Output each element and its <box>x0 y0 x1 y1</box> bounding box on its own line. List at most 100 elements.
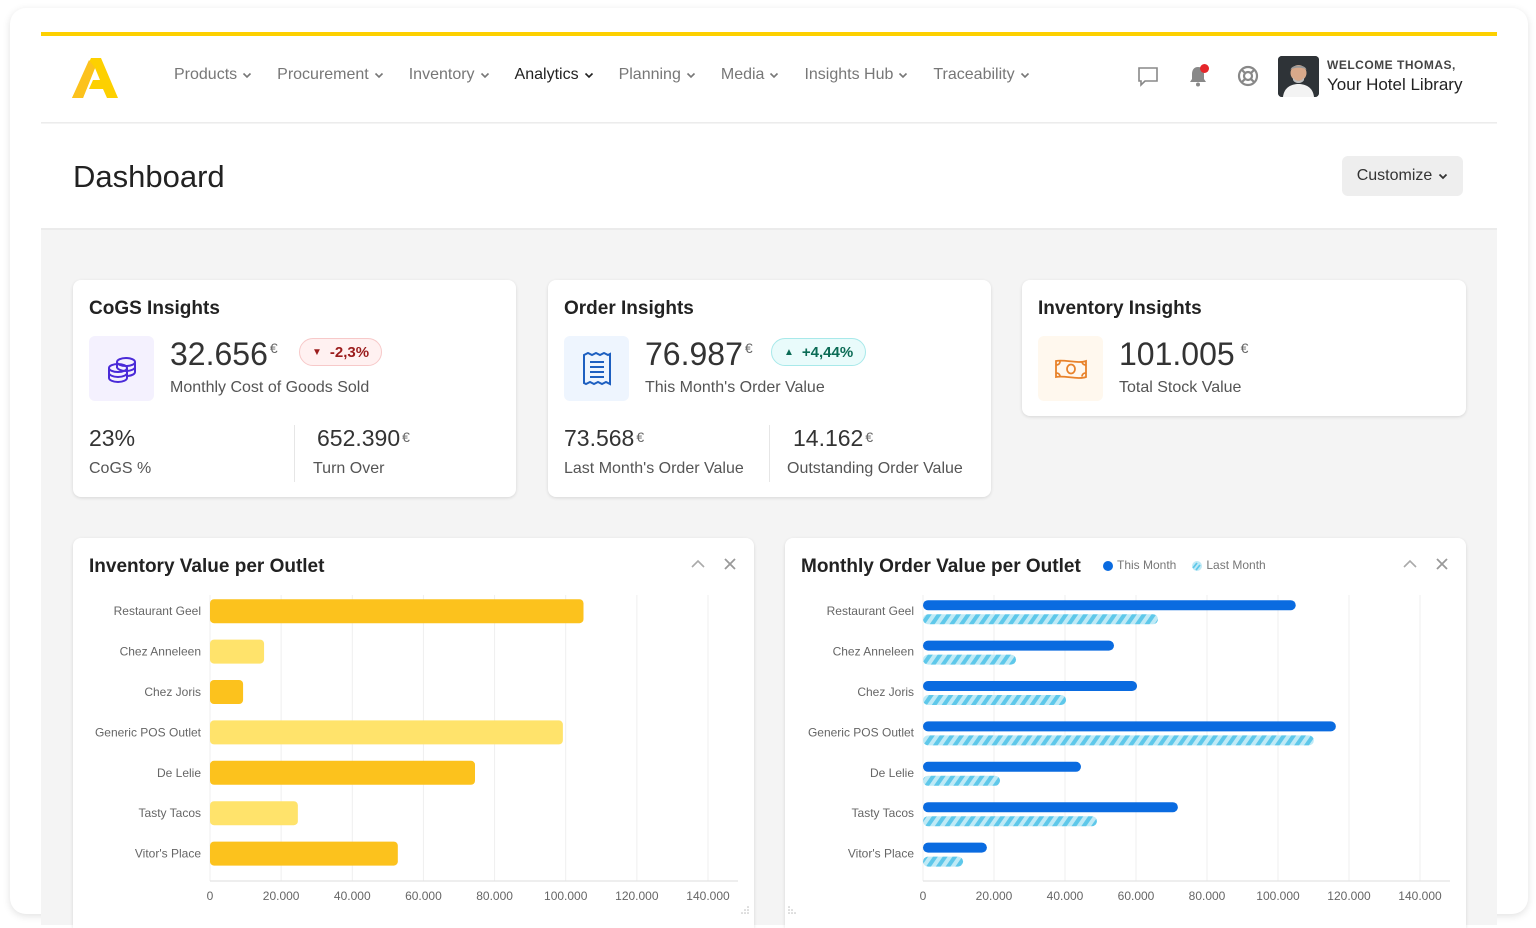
y-category-label: Tasty Tacos <box>139 806 201 820</box>
nav-label: Analytics <box>514 66 579 83</box>
nav-item-traceability[interactable]: Traceability <box>933 66 1029 84</box>
nav-label: Inventory <box>408 66 475 83</box>
chat-icon[interactable] <box>1136 64 1160 88</box>
cogs-change-badge: ▼ -2,3% <box>299 338 383 366</box>
outstanding-order: 14.162 € Outstanding Order Value <box>787 425 963 477</box>
monthly-order-value-chart-card: Monthly Order Value per Outlet This Mont… <box>785 538 1466 928</box>
inventory-insights-card: Inventory Insights 101.005 € Total Stock … <box>1022 280 1466 416</box>
user-welcome[interactable]: WELCOME THOMAS, Your Hotel Library <box>1327 58 1462 95</box>
card-title: CoGS Insights <box>89 298 220 319</box>
y-category-label: Vitor's Place <box>135 847 201 861</box>
bar[interactable] <box>210 599 584 624</box>
chevron-down-icon <box>584 72 593 79</box>
cogs-value: 32.656 € <box>170 336 278 372</box>
x-tick-label: 140.000 <box>1398 889 1442 903</box>
x-tick-label: 0 <box>207 889 214 903</box>
divider <box>294 425 295 482</box>
divider <box>769 425 770 482</box>
y-category-label: Chez Anneleen <box>833 645 914 659</box>
bar-last-month[interactable] <box>923 856 964 867</box>
bar[interactable] <box>210 801 298 826</box>
bar[interactable] <box>210 680 244 704</box>
resize-handle-icon[interactable] <box>787 905 797 915</box>
bar-this-month[interactable] <box>923 681 1138 691</box>
stock-label: Total Stock Value <box>1119 379 1242 396</box>
y-category-label: De Lelie <box>157 766 201 780</box>
card-title: Order Insights <box>564 298 694 319</box>
y-category-label: Generic POS Outlet <box>95 725 202 739</box>
x-tick-label: 60.000 <box>405 889 442 903</box>
nav-label: Traceability <box>933 66 1015 83</box>
banknote-icon <box>1054 359 1087 379</box>
organization-name: Your Hotel Library <box>1327 75 1463 94</box>
help-lifebuoy-icon[interactable] <box>1236 64 1260 88</box>
bar[interactable] <box>210 639 265 664</box>
page-title: Dashboard <box>73 159 225 194</box>
nav-label: Products <box>174 66 238 83</box>
bar[interactable] <box>210 720 563 745</box>
customize-label: Customize <box>1356 167 1433 184</box>
inventory-value-chart-card: Inventory Value per Outlet 0 20.000 40.000… <box>73 538 754 928</box>
x-tick-label: 80.000 <box>476 889 513 903</box>
turnover: 652.390 € Turn Over <box>313 425 410 477</box>
chevron-down-icon <box>899 72 908 79</box>
bell-icon[interactable] <box>1186 64 1210 88</box>
nav-item-procurement[interactable]: Procurement <box>277 66 384 84</box>
y-category-label: Restaurant Geel <box>827 604 914 618</box>
y-category-label: Vitor's Place <box>848 847 914 861</box>
nav-item-inventory[interactable]: Inventory <box>409 66 490 84</box>
y-category-label: Tasty Tacos <box>852 806 914 820</box>
chevron-down-icon <box>1439 173 1448 180</box>
x-tick-label: 20.000 <box>976 889 1013 903</box>
bar-this-month[interactable] <box>923 842 987 853</box>
bar-last-month[interactable] <box>923 654 1017 665</box>
bar-this-month[interactable] <box>923 600 1296 611</box>
x-tick-label: 40.000 <box>1047 889 1084 903</box>
nav-item-insights-hub[interactable]: Insights Hub <box>804 66 908 84</box>
y-category-label: Generic POS Outlet <box>808 725 915 739</box>
last-month-order: 73.568 € Last Month's Order Value <box>564 425 744 477</box>
top-navigation: Products Procurement Inventory Analytics Pla… <box>41 36 1497 123</box>
x-tick-label: 0 <box>920 889 927 903</box>
nav-label: Media <box>720 66 765 83</box>
bar-this-month[interactable] <box>923 721 1336 732</box>
nav-item-analytics[interactable]: Analytics <box>515 66 594 84</box>
nav-item-products[interactable]: Products <box>174 66 252 84</box>
chevron-down-icon <box>480 72 489 79</box>
chevron-down-icon <box>770 72 779 79</box>
order-change-badge: ▲ +4,44% <box>771 338 867 366</box>
bar-last-month[interactable] <box>923 775 1001 786</box>
bar-this-month[interactable] <box>923 761 1081 772</box>
nav-item-planning[interactable]: Planning <box>619 66 696 84</box>
main-nav: Products Procurement Inventory Analytics Pla… <box>174 66 1055 84</box>
resize-handle-icon[interactable] <box>740 905 750 915</box>
bar[interactable] <box>210 760 476 785</box>
card-title: Inventory Insights <box>1038 298 1202 319</box>
page-header: Dashboard Customize <box>41 124 1497 230</box>
coins-icon-box <box>89 336 154 401</box>
bar-this-month[interactable] <box>923 640 1114 651</box>
x-tick-label: 120.000 <box>615 889 659 903</box>
logo-icon[interactable] <box>71 56 119 100</box>
bar-last-month[interactable] <box>923 735 1314 746</box>
y-category-label: Chez Anneleen <box>120 645 201 659</box>
bar-last-month[interactable] <box>923 816 1097 827</box>
nav-item-media[interactable]: Media <box>721 66 780 84</box>
bar-this-month[interactable] <box>923 802 1178 813</box>
welcome-text: WELCOME THOMAS, <box>1327 58 1456 72</box>
y-category-label: Restaurant Geel <box>114 604 201 618</box>
bar-last-month[interactable] <box>923 695 1067 705</box>
order-label: This Month's Order Value <box>645 379 825 396</box>
bar[interactable] <box>210 841 398 866</box>
y-category-label: Chez Joris <box>144 685 201 699</box>
chevron-down-icon <box>243 72 252 79</box>
bar-last-month[interactable] <box>923 614 1159 625</box>
customize-button[interactable]: Customize <box>1342 156 1463 196</box>
order-value: 76.987 € <box>645 336 753 372</box>
inventory-value-bar-chart: 0 20.000 40.000 60.000 80.000 100.000 120.000 1… <box>95 595 738 903</box>
user-avatar[interactable] <box>1278 56 1319 97</box>
receipt-icon-box <box>564 336 629 401</box>
nav-label: Planning <box>618 66 681 83</box>
x-tick-label: 100.000 <box>1256 889 1300 903</box>
cogs-insights-card: CoGS Insights 32.656 € ▼ -2,3% Monthly Cos… <box>73 280 516 497</box>
